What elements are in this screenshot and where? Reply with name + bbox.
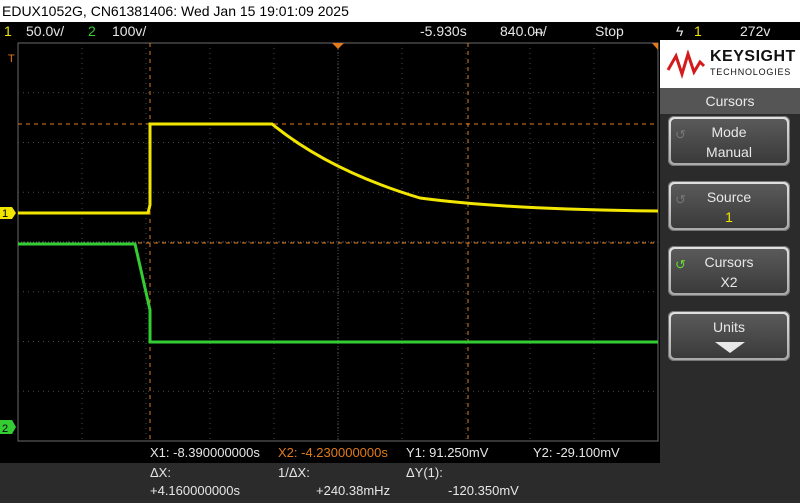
mode-label: Mode [711,124,747,140]
delta-y-value: -120.350mV [448,483,519,498]
units-label: Units [713,319,745,335]
trigger-edge-icon[interactable]: ϟ [676,22,683,40]
cursor-readout: X1: -8.390000000s X2: -4.230000000s Y1: … [0,443,660,503]
run-state[interactable]: Stop [595,22,624,40]
cursors-value: X2 [720,274,738,290]
brand-subtitle: TECHNOLOGIES [710,67,792,77]
source-value: 1 [725,209,733,225]
inverse-delta-x-label: 1/ΔX: [278,465,310,480]
keysight-wave-icon [666,50,706,79]
y1-readout: Y1: 91.250mV [406,445,489,460]
x2-readout: X2: -4.230000000s [278,445,388,460]
time-scale[interactable]: 840.0ᵰ/ [500,22,547,40]
trigger-source[interactable]: 1 [694,22,702,40]
ch2-number[interactable]: 2 [88,22,96,40]
trigger-level-marker[interactable]: T [8,53,15,65]
source-label: Source [706,189,752,205]
ch2-scale[interactable]: 100ᴠ/ [112,22,146,40]
source-softkey[interactable]: ↺ Source 1 [668,181,790,231]
brand-name: KEYSIGHT [710,48,796,65]
svg-text:2: 2 [2,423,8,435]
delta-x-value: +4.160000000s [150,483,241,498]
svg-text:T: T [8,53,15,65]
mode-softkey[interactable]: ↺ Mode Manual [668,116,790,166]
menu-title: Cursors [660,88,800,114]
trigger-level[interactable]: 272ᴠ [740,22,770,40]
delta-y-label: ΔY(1): [406,465,443,480]
units-softkey[interactable]: Units [668,311,790,361]
mode-value: Manual [706,144,752,160]
ch1-scale[interactable]: 50.0ᴠ/ [26,22,64,40]
keysight-logo: KEYSIGHT TECHNOLOGIES [660,40,800,88]
title-bar: EDUX1052G, CN61381406: Wed Jan 15 19:01:… [0,0,800,22]
inverse-delta-x-value: +240.38mHz [316,483,391,498]
cursors-softkey[interactable]: ↺ Cursors X2 [668,246,790,296]
status-bar: 1 50.0ᴠ/ 2 100ᴠ/ -5.930s 840.0ᵰ/ Stop ϟ … [0,22,800,40]
submenu-arrow-icon [715,342,745,353]
cursors-label: Cursors [704,254,754,270]
svg-text:1: 1 [2,208,8,220]
y2-readout: Y2: -29.100mV [533,445,620,460]
delta-x-label: ΔX: [150,465,171,480]
ch1-number[interactable]: 1 [4,22,12,40]
x1-readout: X1: -8.390000000s [150,445,260,460]
softkey-panel: KEYSIGHT TECHNOLOGIES Cursors ↺ Mode Man… [660,40,800,503]
time-offset[interactable]: -5.930s [420,22,467,40]
